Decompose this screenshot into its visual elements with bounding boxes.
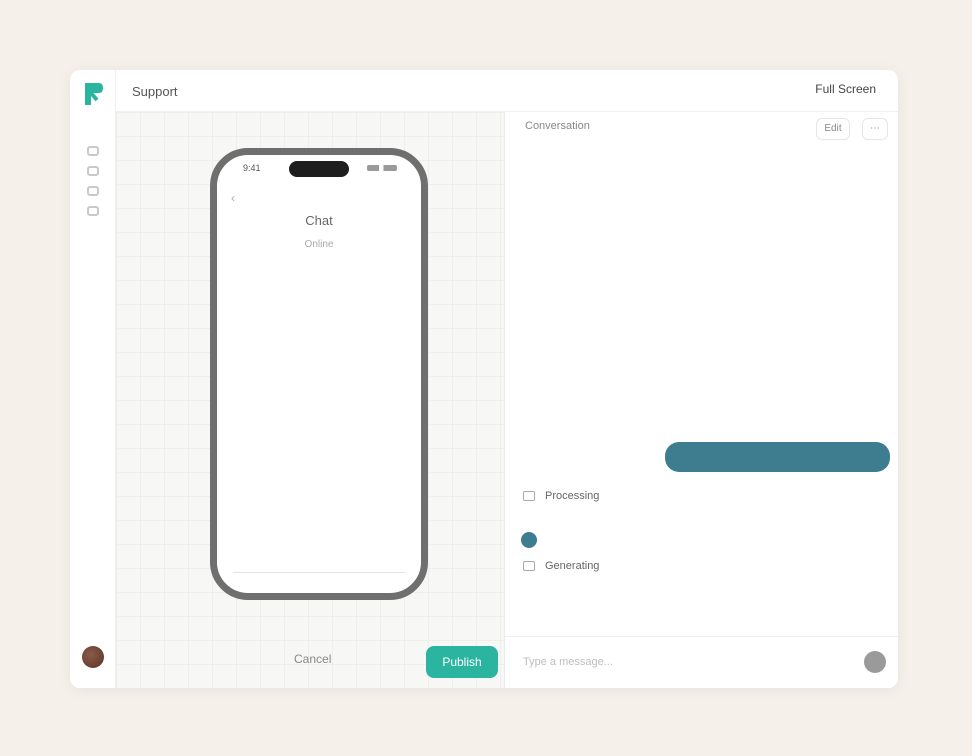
step-icon xyxy=(523,491,535,502)
home-icon[interactable] xyxy=(87,146,99,156)
battery-icon xyxy=(367,165,397,171)
app-window: Support Full Screen 9:41 ‹ Chat Online C… xyxy=(70,70,898,688)
step-title: Processing xyxy=(545,490,600,502)
settings-icon[interactable] xyxy=(87,206,99,216)
edit-button[interactable]: Edit xyxy=(816,118,850,140)
publish-button[interactable]: Publish xyxy=(426,646,498,678)
step-title: Generating xyxy=(545,560,600,572)
chat-input-bar xyxy=(505,636,898,688)
layers-icon[interactable] xyxy=(87,166,99,176)
status-time: 9:41 xyxy=(243,163,261,173)
phone-notch xyxy=(289,161,349,177)
phone-screen-subtitle: Online xyxy=(304,239,334,250)
send-icon[interactable] xyxy=(864,651,886,673)
preview-footer: Cancel Publish xyxy=(116,636,504,688)
page-title: Support xyxy=(132,84,178,99)
cancel-button[interactable]: Cancel xyxy=(294,652,331,666)
step-icon xyxy=(523,561,535,572)
chat-icon[interactable] xyxy=(87,186,99,196)
chat-title: Conversation xyxy=(525,120,590,132)
bot-step-generating: Generating xyxy=(523,560,886,572)
chat-header: Conversation Edit ⋯ xyxy=(505,112,898,148)
message-input[interactable] xyxy=(523,649,823,675)
full-screen-button[interactable]: Full Screen xyxy=(815,82,876,96)
top-bar: Support Full Screen xyxy=(116,70,898,112)
bot-avatar xyxy=(521,532,537,548)
back-icon[interactable]: ‹ xyxy=(231,191,235,205)
bot-step-processing: Processing xyxy=(523,490,886,512)
sidebar xyxy=(70,70,116,688)
phone-screen-title: Chat xyxy=(305,213,333,228)
preview-panel: 9:41 ‹ Chat Online Cancel Publish xyxy=(116,112,505,688)
avatar[interactable] xyxy=(82,646,104,668)
chat-panel: Conversation Edit ⋯ Processing Generatin… xyxy=(505,112,898,688)
phone-input-line xyxy=(233,563,405,573)
user-message-bubble xyxy=(665,442,890,472)
logo-icon[interactable] xyxy=(82,80,104,108)
more-icon[interactable]: ⋯ xyxy=(862,118,888,140)
phone-mockup: 9:41 ‹ Chat Online xyxy=(210,148,428,600)
